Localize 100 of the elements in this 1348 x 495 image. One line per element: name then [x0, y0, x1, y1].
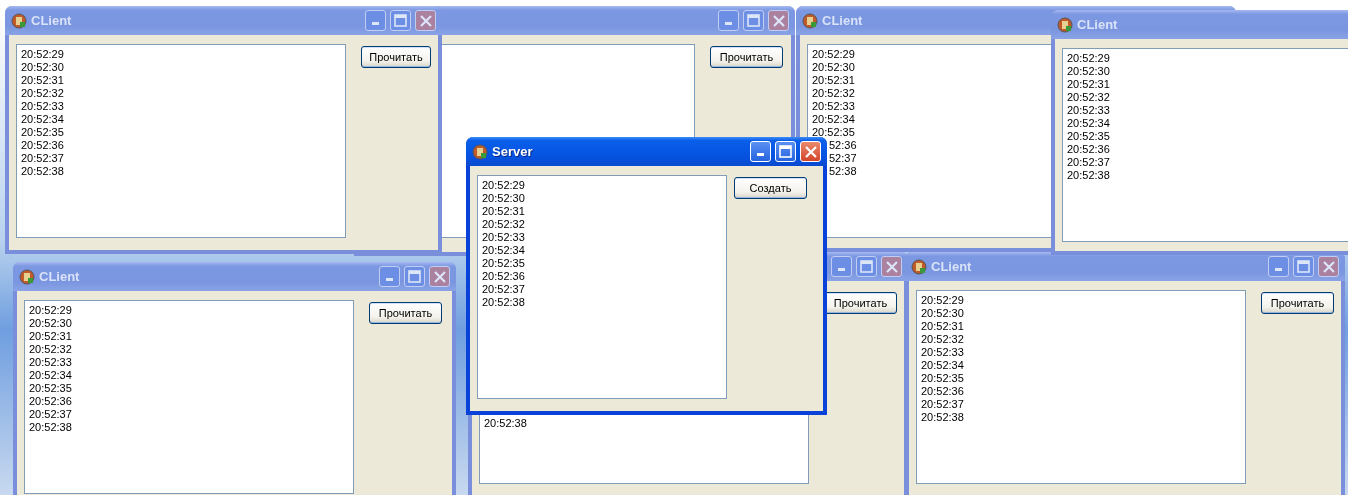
log-line: 20:52:36	[921, 385, 964, 398]
log-line: 20:52:38	[484, 417, 527, 430]
log-line: 52:37	[828, 152, 857, 165]
log-line: 20:52:29	[21, 48, 64, 61]
log-line: 20:52:34	[482, 244, 525, 257]
window-title: Server	[492, 144, 533, 159]
close-button[interactable]	[768, 10, 789, 31]
log-line: 20:52:30	[921, 307, 964, 320]
log-line: 20:52:29	[29, 304, 72, 317]
maximize-icon	[779, 145, 792, 158]
window-title: CLient	[931, 259, 972, 274]
log-line: 20:52:38	[921, 411, 964, 424]
app-icon	[472, 143, 488, 160]
window-title: CLient	[822, 13, 863, 28]
log-line: 20:52:29	[812, 48, 855, 61]
minimize-button[interactable]	[365, 10, 386, 31]
window-title: CLient	[31, 13, 72, 28]
log-line: 20:52:36	[1067, 143, 1110, 156]
read-button[interactable]: Прочитать	[1261, 292, 1334, 314]
log-line: 20:52:29	[921, 294, 964, 307]
minimize-button[interactable]	[718, 10, 739, 31]
log-line: 52:36	[828, 139, 857, 152]
create-button[interactable]: Создать	[734, 177, 807, 199]
close-button[interactable]	[881, 256, 902, 277]
log-line: 20:52:36	[29, 395, 72, 408]
log-line: 20:52:38	[29, 421, 72, 434]
minimize-button[interactable]	[1268, 256, 1289, 277]
log-line: 20:52:29	[1067, 52, 1110, 65]
app-icon	[802, 12, 818, 29]
log-line: 20:52:31	[482, 205, 525, 218]
log-line: 20:52:37	[1067, 156, 1110, 169]
maximize-button[interactable]	[743, 10, 764, 31]
window-title: CLient	[39, 269, 80, 284]
log-line: 20:52:32	[482, 218, 525, 231]
log-line: 20:52:36	[482, 270, 525, 283]
log-line: 20:52:30	[21, 61, 64, 74]
maximize-icon	[747, 14, 760, 27]
log-line: 20:52:35	[21, 126, 64, 139]
maximize-button[interactable]	[390, 10, 411, 31]
log-line: 20:52:35	[921, 372, 964, 385]
log-line: 20:52:35	[29, 382, 72, 395]
log-line: 20:52:33	[812, 100, 855, 113]
log-line: 20:52:32	[812, 87, 855, 100]
read-button[interactable]: Прочитать	[369, 302, 442, 324]
app-icon	[911, 258, 927, 275]
log-line: 20:52:34	[921, 359, 964, 372]
log-line: 20:52:33	[482, 231, 525, 244]
maximize-icon	[1297, 260, 1310, 273]
log-line: 20:52:33	[21, 100, 64, 113]
log-line: 20:52:30	[29, 317, 72, 330]
log-line: 20:52:38	[1067, 169, 1110, 182]
app-icon	[19, 268, 35, 285]
close-button[interactable]	[415, 10, 436, 31]
log-line: 20:52:33	[1067, 104, 1110, 117]
close-icon	[1322, 260, 1335, 273]
close-icon	[433, 270, 446, 283]
log-line: 20:52:32	[921, 333, 964, 346]
log-line: 20:52:38	[21, 165, 64, 178]
log-line: 20:52:31	[921, 320, 964, 333]
log-line: 20:52:36	[21, 139, 64, 152]
maximize-button[interactable]	[404, 266, 425, 287]
close-icon	[885, 260, 898, 273]
log-line: 20:52:30	[812, 61, 855, 74]
log-line: 20:52:33	[921, 346, 964, 359]
read-button[interactable]: Прочитать	[710, 46, 783, 68]
log-line: 20:52:32	[1067, 91, 1110, 104]
log-line: 20:52:31	[1067, 78, 1110, 91]
minimize-button[interactable]	[831, 256, 852, 277]
close-button[interactable]	[429, 266, 450, 287]
log-line: 20:52:35	[812, 126, 855, 139]
close-icon	[419, 14, 432, 27]
log-line: 20:52:34	[21, 113, 64, 126]
maximize-icon	[394, 14, 407, 27]
log-line: 52:38	[828, 165, 857, 178]
log-line: 20:52:37	[21, 152, 64, 165]
log-line: 20:52:29	[482, 179, 525, 192]
close-button[interactable]	[1318, 256, 1339, 277]
log-line: 20:52:31	[21, 74, 64, 87]
log-line: 20:52:37	[921, 398, 964, 411]
maximize-button[interactable]	[856, 256, 877, 277]
app-icon	[11, 12, 27, 29]
read-button[interactable]: Прочитать	[361, 46, 431, 68]
log-line: 20:52:35	[482, 257, 525, 270]
close-icon	[772, 14, 785, 27]
log-line: 20:52:37	[482, 283, 525, 296]
read-button[interactable]: Прочитать	[824, 292, 897, 314]
maximize-icon	[408, 270, 421, 283]
maximize-button[interactable]	[1293, 256, 1314, 277]
log-line: 20:52:34	[812, 113, 855, 126]
log-line: 20:52:37	[29, 408, 72, 421]
minimize-button[interactable]	[379, 266, 400, 287]
close-icon	[804, 145, 817, 158]
log-line: 20:52:38	[482, 296, 525, 309]
log-line: 20:52:34	[1067, 117, 1110, 130]
log-line: 20:52:30	[482, 192, 525, 205]
log-line: 20:52:32	[21, 87, 64, 100]
log-line: 20:52:34	[29, 369, 72, 382]
log-line: 20:52:30	[1067, 65, 1110, 78]
log-line: 20:52:31	[29, 330, 72, 343]
app-icon	[1057, 16, 1073, 33]
